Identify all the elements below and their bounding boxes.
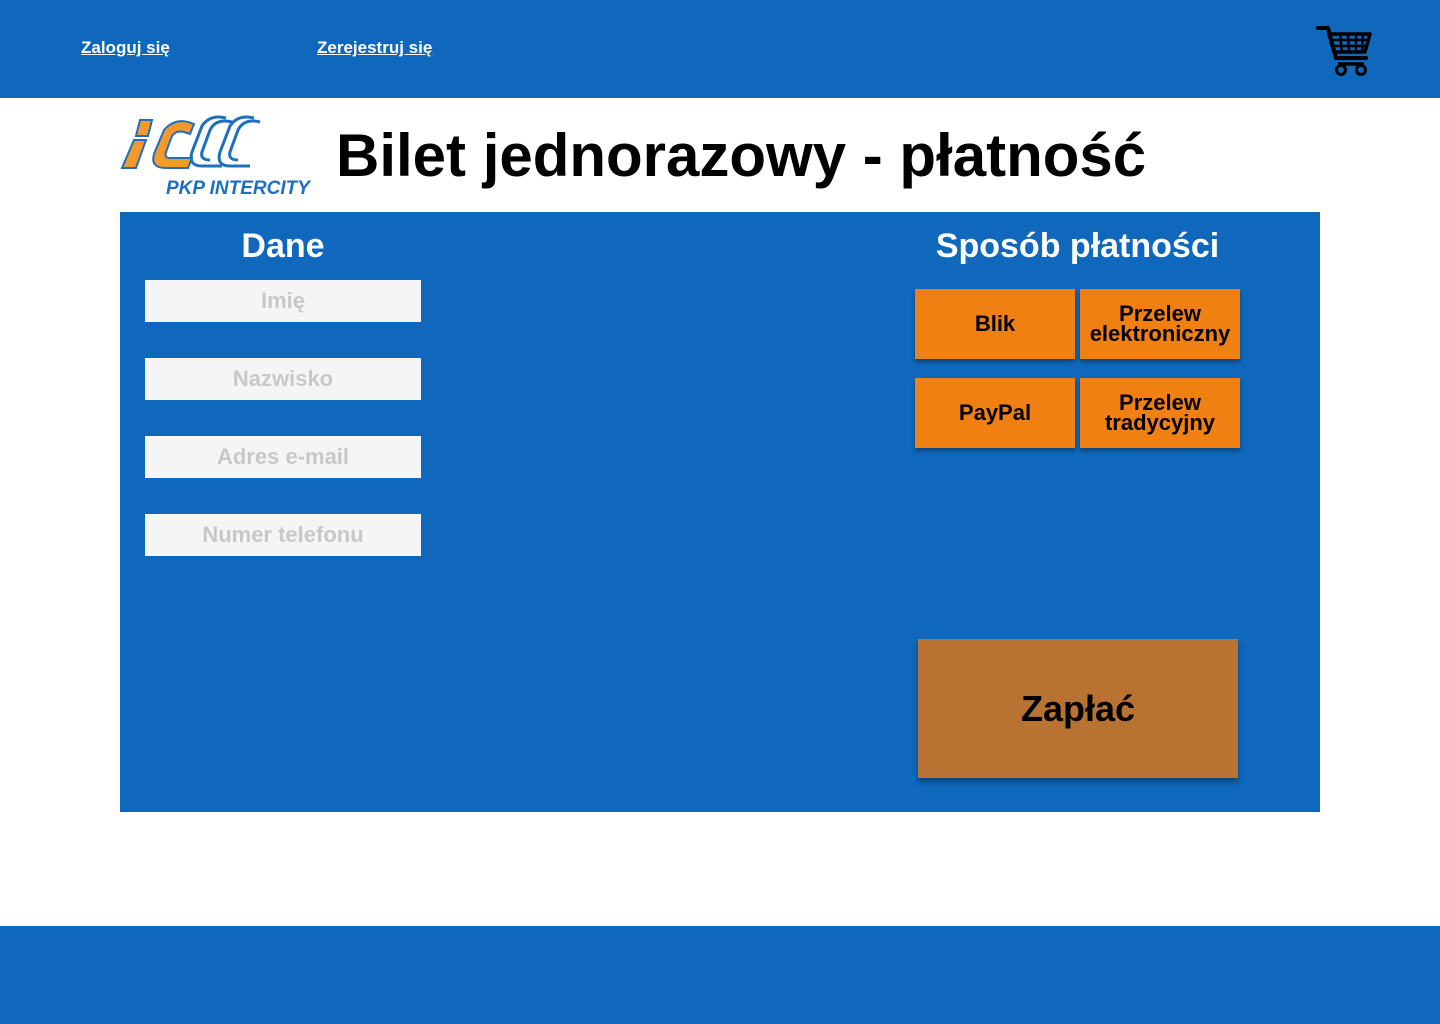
electronic-transfer-button[interactable]: Przelew elektroniczny (1080, 289, 1240, 359)
data-section-title: Dane (241, 227, 325, 265)
payment-form-panel: Dane Sposób płatności Blik Przelew elekt… (120, 212, 1320, 812)
paypal-button[interactable]: PayPal (915, 378, 1075, 448)
email-input[interactable] (145, 436, 421, 478)
footer-bar (0, 926, 1440, 1024)
payment-section-title: Sposób płatności (935, 227, 1220, 265)
login-link[interactable]: Zaloguj się (81, 38, 170, 58)
pkp-intercity-logo: PKP INTERCITY (120, 115, 312, 199)
logo-text: PKP INTERCITY (166, 178, 312, 199)
blik-button[interactable]: Blik (915, 289, 1075, 359)
last-name-input[interactable] (145, 358, 421, 400)
page-title: Bilet jednorazowy - płatność (336, 122, 1147, 189)
first-name-input[interactable] (145, 280, 421, 322)
top-navigation-bar: Zaloguj się Zerejestruj się (0, 0, 1440, 98)
traditional-transfer-button[interactable]: Przelew tradycyjny (1080, 378, 1240, 448)
pay-button[interactable]: Zapłać (918, 639, 1238, 778)
phone-input[interactable] (145, 514, 421, 556)
register-link[interactable]: Zerejestruj się (317, 38, 432, 58)
logo-mark (120, 115, 261, 169)
shopping-cart-icon[interactable] (1316, 22, 1374, 76)
